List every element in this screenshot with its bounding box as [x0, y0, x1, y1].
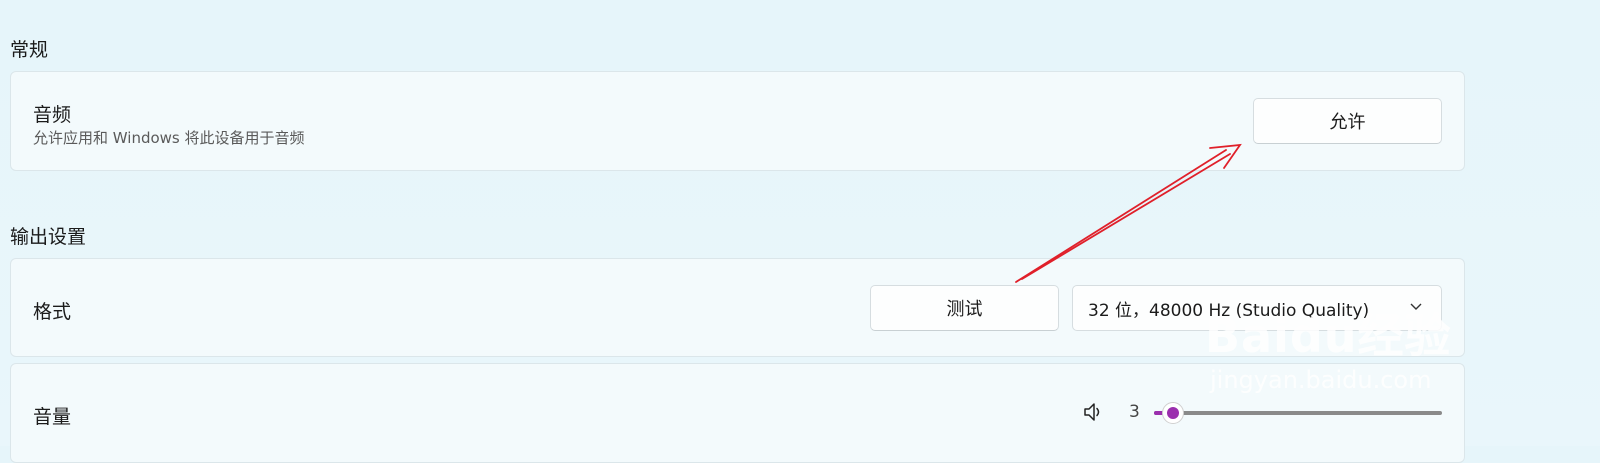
baidu-watermark-logo: Baidu经验 — [1205, 309, 1452, 363]
baidu-watermark-url: jingyan.baidu.com — [1210, 366, 1432, 394]
